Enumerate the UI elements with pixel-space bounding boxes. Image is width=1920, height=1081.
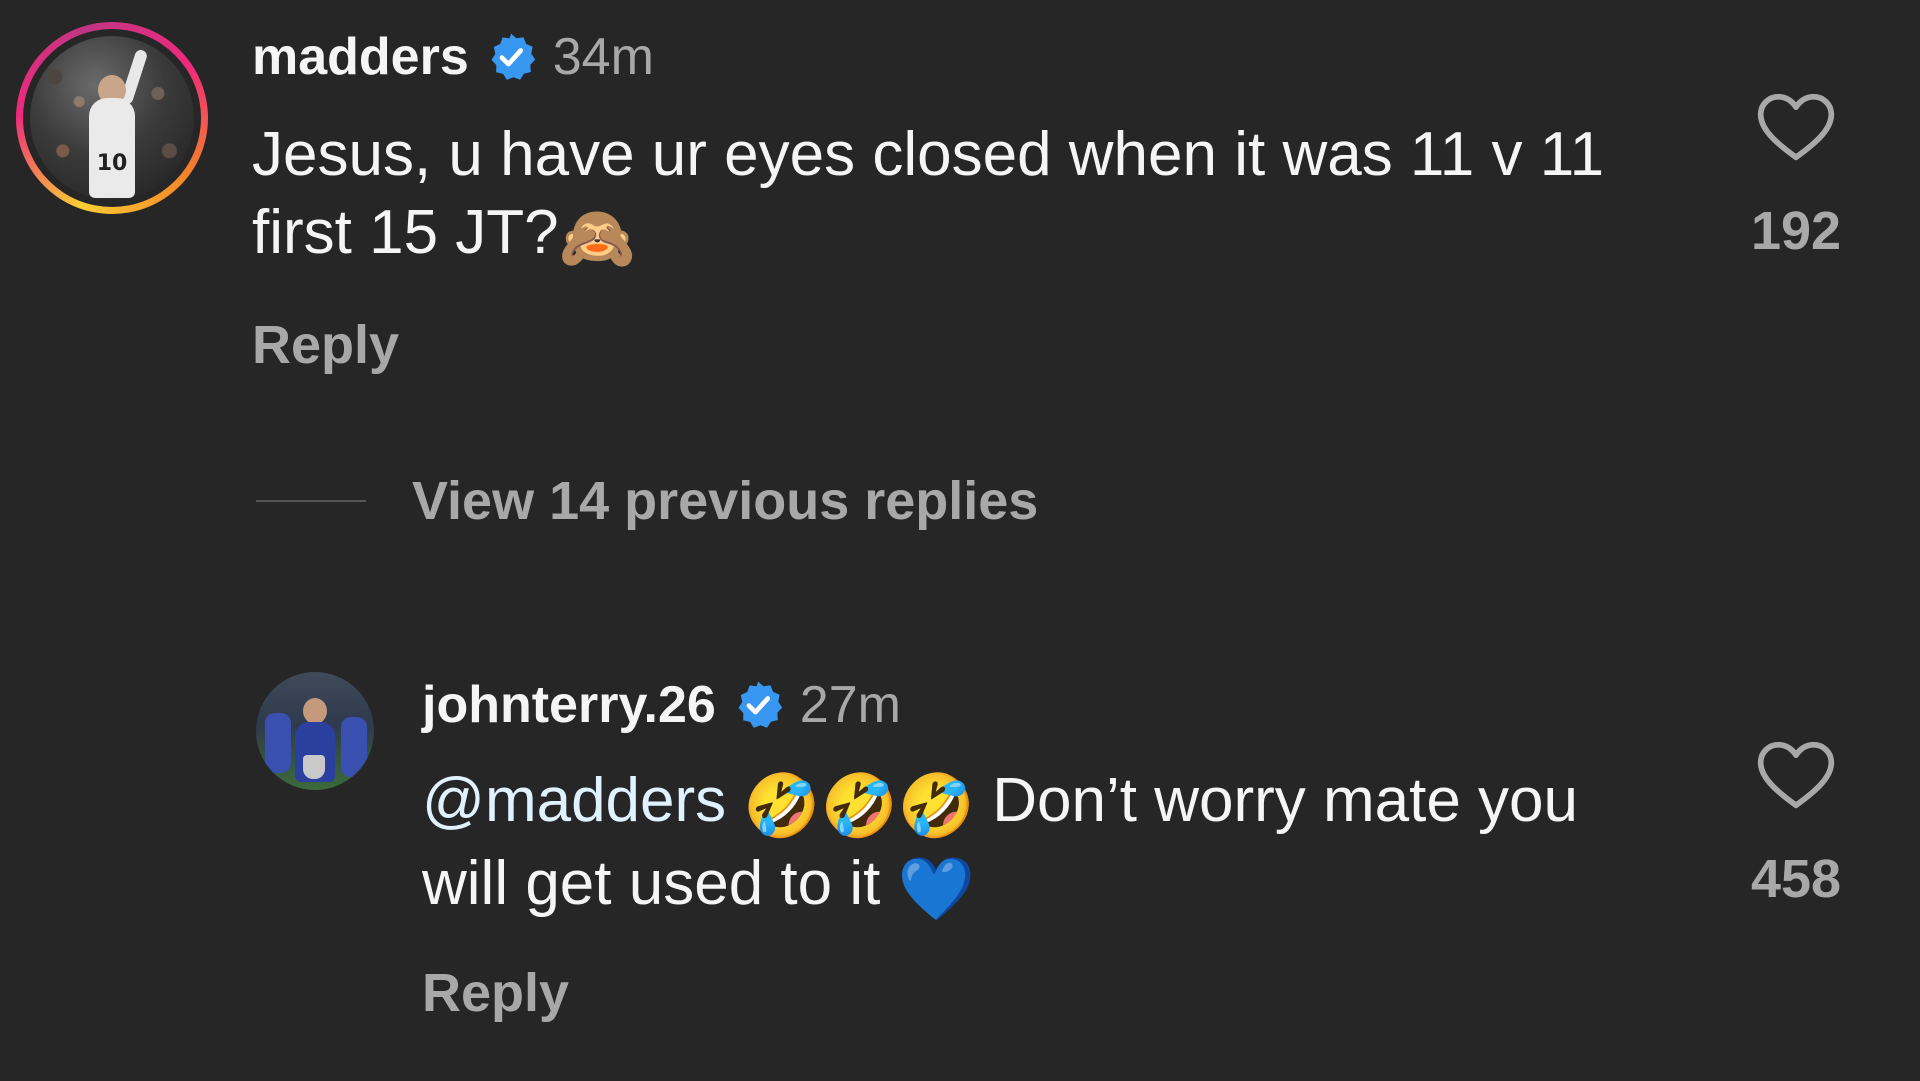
- comment-timestamp: 34m: [552, 28, 654, 86]
- blue-heart-emoji: 💙: [897, 852, 975, 925]
- comment-text: Jesus, u have ur eyes closed when it was…: [252, 116, 1672, 277]
- reply-like-column: 458: [1716, 738, 1876, 910]
- rofl-emoji-group: 🤣🤣🤣: [743, 769, 975, 842]
- reply-like-count: 458: [1750, 849, 1842, 909]
- reply-mention-link[interactable]: @madders: [422, 766, 726, 835]
- reply-reply-button[interactable]: Reply: [422, 962, 569, 1024]
- comment-like-count: 192: [1750, 201, 1842, 261]
- heart-outline-icon[interactable]: [1755, 90, 1837, 164]
- view-previous-replies-button[interactable]: View 14 previous replies: [256, 470, 1038, 532]
- verified-badge-icon: [732, 679, 784, 731]
- see-no-evil-monkey-emoji: 🙈: [558, 201, 636, 274]
- comment-header: madders 34m: [252, 24, 654, 90]
- madders-avatar: 10: [30, 36, 194, 200]
- comment-username[interactable]: madders: [252, 24, 469, 90]
- comments-panel: 10 madders 34m Jesus, u have ur eyes clo…: [0, 0, 1920, 1081]
- comment-text-main: Jesus, u have ur eyes closed when it was…: [252, 120, 1605, 267]
- comment-reply-button[interactable]: Reply: [252, 314, 399, 376]
- thread-divider-line: [256, 500, 366, 502]
- heart-outline-icon[interactable]: [1755, 738, 1837, 812]
- verified-badge-icon: [485, 31, 537, 83]
- reply-timestamp: 27m: [799, 676, 901, 734]
- johnterry-avatar[interactable]: [256, 672, 374, 790]
- reply-header: johnterry.26 27m: [422, 672, 901, 738]
- madders-avatar-story-ring[interactable]: 10: [16, 22, 208, 214]
- reply-username[interactable]: johnterry.26: [422, 672, 716, 738]
- reply-text: @madders 🤣🤣🤣 Don’t worry mate you will g…: [422, 762, 1602, 928]
- view-previous-replies-label: View 14 previous replies: [412, 471, 1039, 531]
- comment-like-column: 192: [1716, 90, 1876, 262]
